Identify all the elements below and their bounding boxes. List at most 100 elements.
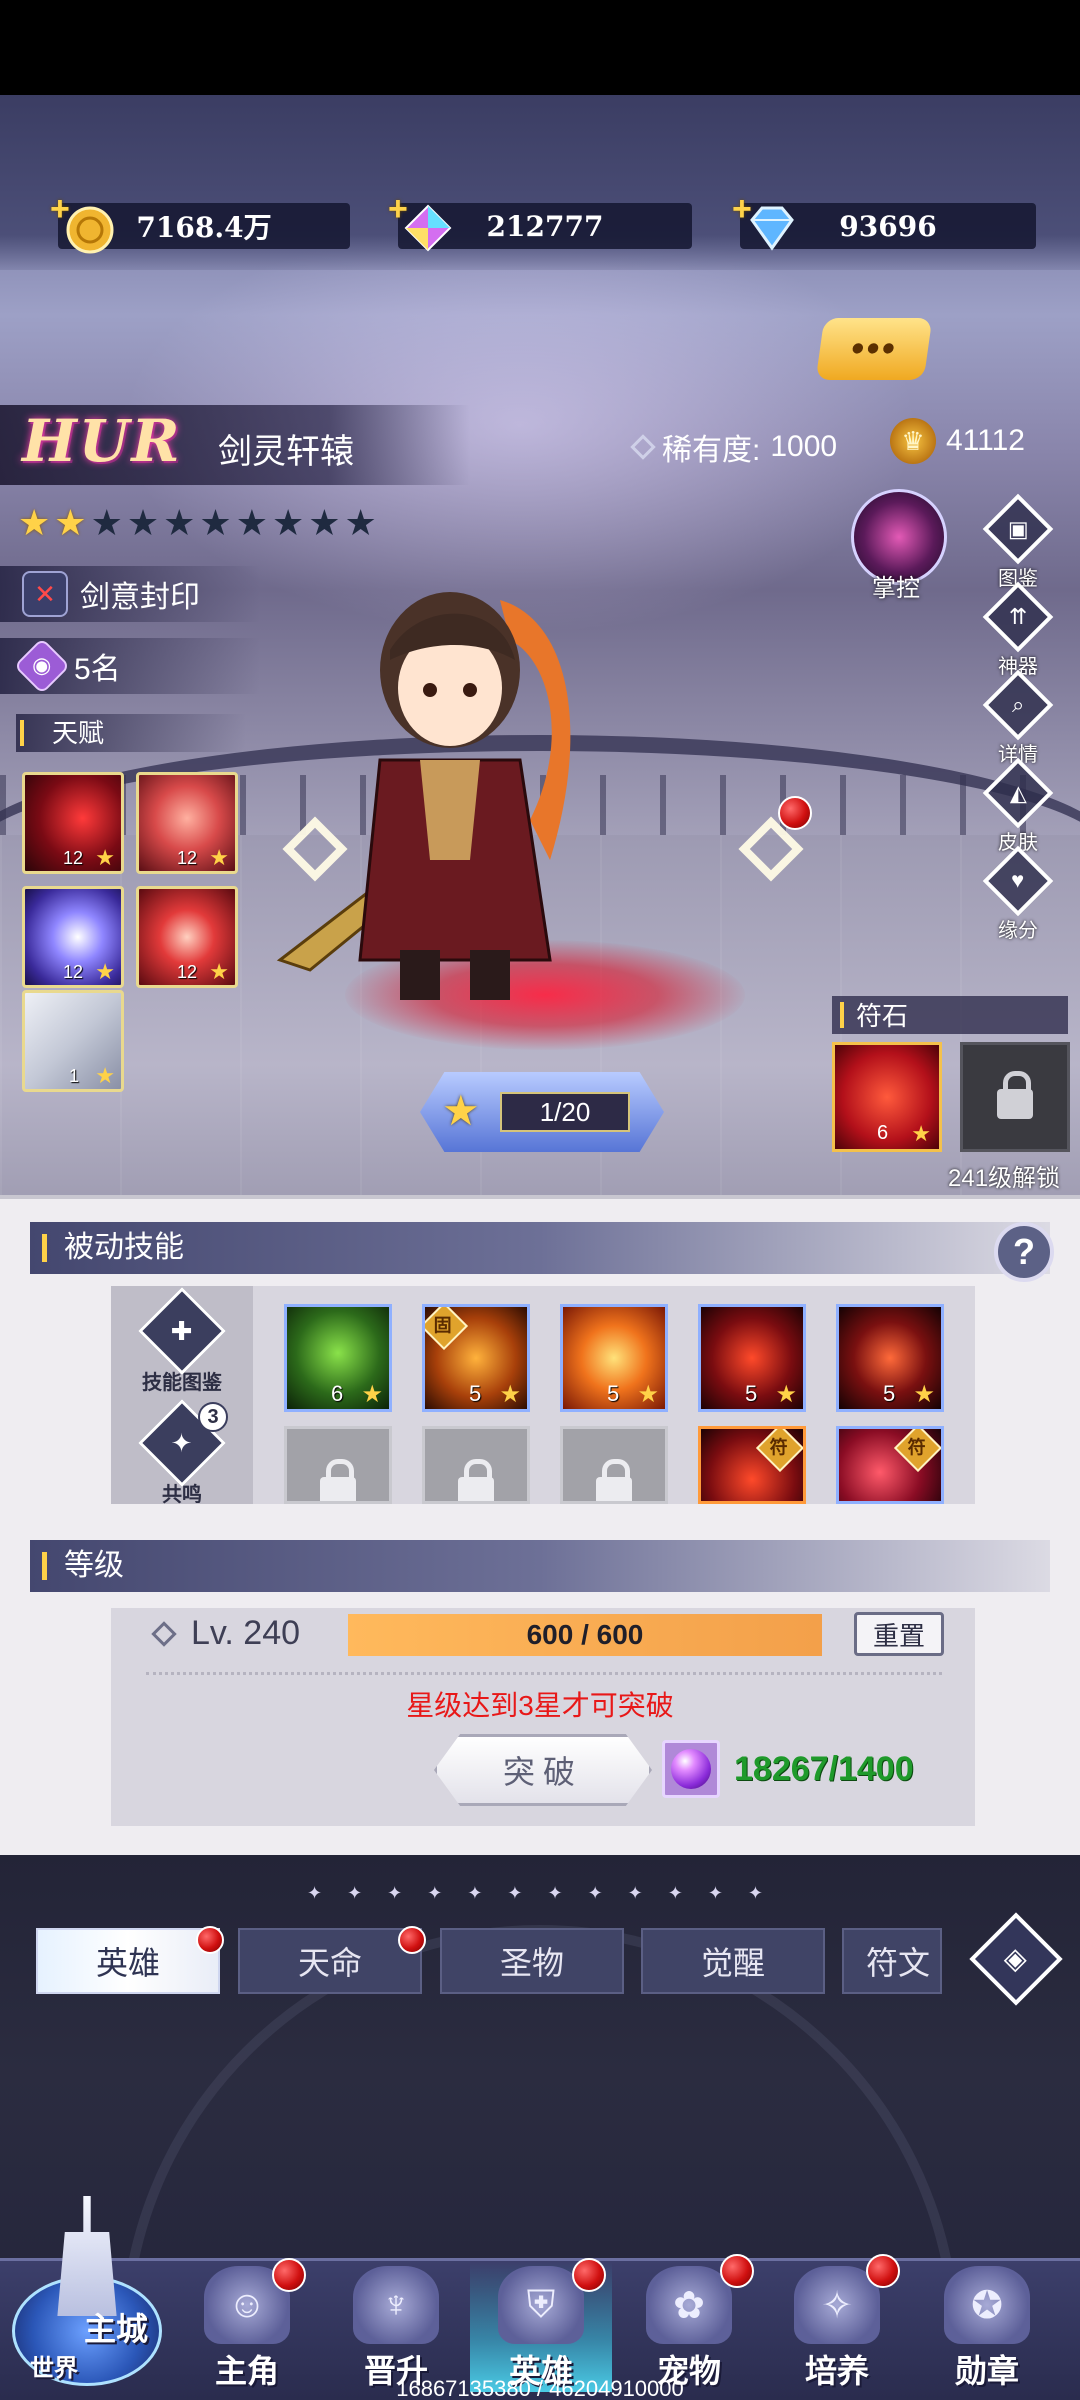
hero-grade: HUR [22, 407, 182, 475]
rune-skill-2[interactable]: 符 [836, 1426, 944, 1504]
rune-tag-text: 符 [769, 1437, 788, 1458]
tab-hero[interactable]: 英雄 [36, 1928, 220, 1994]
skill-level: 6 [331, 1381, 344, 1406]
status-bar [0, 0, 1080, 95]
skill-star-icon: ★ [775, 1381, 797, 1408]
star-icon: ★ [126, 502, 160, 543]
skin-button[interactable]: ◭ 皮肤 [982, 757, 1054, 855]
skill-codex-button[interactable]: ✚ 技能图鉴 [136, 1287, 228, 1395]
control-skill-label: 掌控 [872, 575, 920, 602]
nav-promote[interactable]: ♆ 晋升 [325, 2262, 467, 2392]
passive-skill-1[interactable]: 6 ★ [284, 1304, 392, 1412]
hero-name: 剑灵轩辕 [218, 433, 354, 471]
lock-icon [997, 1071, 1033, 1119]
locked-skill-slot[interactable] [284, 1426, 392, 1504]
skill-level: 5 [607, 1381, 620, 1406]
rainbow-gem-icon: + [388, 190, 452, 256]
crossed-swords-icon: ✕ [22, 571, 68, 617]
faction-row: ✕ 剑意封印 [0, 566, 260, 622]
notification-dot [778, 796, 812, 830]
passive-skills-header: 被动技能 [30, 1222, 1050, 1274]
rune-slot-1[interactable]: 6 ★ [832, 1042, 942, 1152]
resonance-count: 3 [198, 1402, 228, 1432]
star-icon: ★ [308, 502, 341, 543]
talent-slot-4[interactable]: 12 ★ [136, 886, 238, 988]
reset-button[interactable]: 重置 [854, 1612, 944, 1656]
locked-skill-slot[interactable] [422, 1426, 530, 1504]
rank-row: ◉ 5名 [0, 637, 260, 695]
add-gold-icon[interactable]: + [50, 190, 70, 229]
talent-level: 1 [69, 1066, 80, 1086]
more-tabs-button[interactable]: ◈ [969, 1912, 1065, 2008]
help-icon[interactable]: ? [994, 1222, 1054, 1282]
bond-button[interactable]: ♥ 缘分 [982, 845, 1054, 943]
main-city-label: 主城 [84, 2311, 149, 2347]
fixed-tag-text: 固 [433, 1315, 452, 1336]
pet-icon: ✿ [646, 2266, 732, 2344]
rune-tag: 符 [893, 1429, 941, 1473]
medal-icon: ✪ [944, 2266, 1030, 2344]
details-button[interactable]: ⌕ 详情 [982, 669, 1054, 767]
heart-icon: ♥ [982, 845, 1054, 917]
star-progress[interactable]: ★ 1/20 [420, 1072, 664, 1152]
divider [146, 1672, 942, 1675]
breakthrough-button[interactable]: 突破 [434, 1734, 652, 1806]
nav-notification-dot [866, 2254, 900, 2288]
passive-skill-4[interactable]: 5 ★ [698, 1304, 806, 1412]
faction-label: 剑意封印 [80, 581, 200, 614]
skill-level: 5 [745, 1381, 758, 1406]
lock-icon [320, 1459, 356, 1501]
crown-icon: ♛ [890, 418, 936, 464]
artifact-icon: ⇈ [982, 581, 1054, 653]
add-gem-icon[interactable]: + [388, 190, 408, 229]
talent-slot-5[interactable]: 1 ★ [22, 990, 124, 1092]
passive-skill-5[interactable]: 5 ★ [836, 1304, 944, 1412]
side-button-label: 缘分 [998, 920, 1038, 942]
tab-destiny[interactable]: 天命 [238, 1928, 422, 1994]
breakthrough-warning: 星级达到3星才可突破 [406, 1690, 674, 1721]
skill-book-icon: ✚ [138, 1287, 226, 1375]
level-text: Lv. 240 [191, 1614, 301, 1652]
passive-skill-3[interactable]: 5 ★ [560, 1304, 668, 1412]
chat-bubble-icon[interactable]: ••• [815, 318, 933, 380]
tab-relic[interactable]: 圣物 [440, 1928, 624, 1994]
nav-medal[interactable]: ✪ 勋章 [916, 2262, 1058, 2392]
passive-skill-2[interactable]: 固 5 ★ [422, 1304, 530, 1412]
talent-star-icon: ★ [95, 1063, 115, 1088]
tab-awaken[interactable]: 觉醒 [641, 1928, 825, 1994]
codex-button[interactable]: ▣ 图鉴 [982, 493, 1054, 591]
rank-label: 5名 [74, 653, 121, 686]
rarity-diamond-icon [630, 434, 656, 460]
talent-slot-2[interactable]: 12 ★ [136, 772, 238, 874]
artifact-button[interactable]: ⇈ 神器 [982, 581, 1054, 679]
castle-icon [57, 2196, 117, 2316]
skill-star-icon: ★ [361, 1381, 383, 1408]
gold-coin-icon: + [50, 190, 114, 256]
skill-level: 5 [469, 1381, 482, 1406]
rune-skill-1[interactable]: 符 [698, 1426, 806, 1504]
talent-slot-1[interactable]: 12 ★ [22, 772, 124, 874]
star-up-icon: ★ [442, 1087, 480, 1134]
star-icon: ★ [199, 502, 232, 543]
tab-rune[interactable]: 符文 [842, 1928, 942, 1994]
rune-slot-locked[interactable] [960, 1042, 1070, 1152]
star-icon: ★ [54, 502, 87, 543]
skill-level: 5 [883, 1381, 896, 1406]
main-city-button[interactable]: 主城 世界 [12, 2196, 162, 2386]
locked-skill-slot[interactable] [560, 1426, 668, 1504]
rune-star-icon: ★ [911, 1121, 931, 1146]
talent-star-icon: ★ [95, 845, 115, 870]
star-rating: ★ ★ ★ ★ ★ ★ ★ ★ ★ ★ [18, 505, 377, 541]
nav-notification-dot [572, 2258, 606, 2292]
fixed-tag: 固 [425, 1307, 469, 1351]
hero-character[interactable] [270, 560, 690, 1020]
add-diamond-icon[interactable]: + [732, 190, 752, 229]
talent-slot-3[interactable]: 12 ★ [22, 886, 124, 988]
talent-label: 天赋 [52, 718, 105, 748]
eye-icon: ◉ [13, 637, 71, 695]
star-icon: ★ [90, 502, 123, 543]
wings-icon: ♆ [353, 2266, 439, 2344]
rarity-value: 1000 [770, 430, 838, 463]
rune-level: 6 [877, 1122, 889, 1144]
eye-wing-icon: ◈ [969, 1912, 1063, 2006]
